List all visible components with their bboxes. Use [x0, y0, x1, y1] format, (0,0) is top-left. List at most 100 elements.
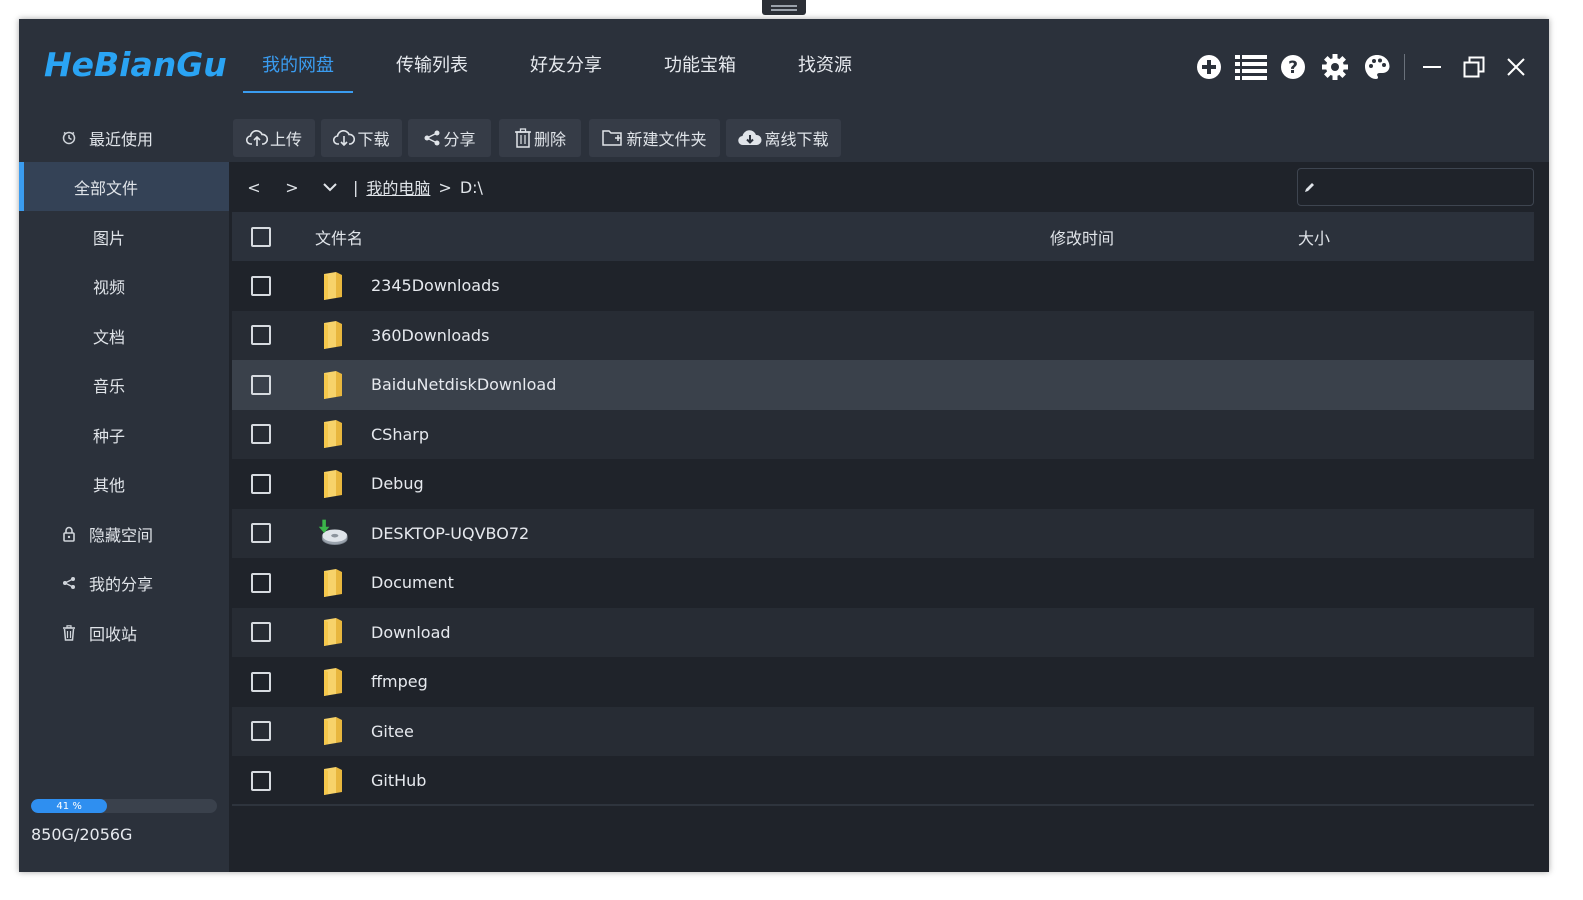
row-checkbox[interactable]: [251, 523, 271, 544]
row-checkbox[interactable]: [251, 374, 271, 395]
app-window: HeBianGu 我的网盘 传输列表 好友分享 功能宝箱 找资源 ? 最近使用 …: [19, 19, 1549, 872]
row-checkbox[interactable]: [251, 325, 271, 346]
file-name[interactable]: Debug: [371, 474, 424, 493]
share-button[interactable]: 分享: [408, 119, 491, 157]
svg-text:?: ?: [1288, 58, 1298, 78]
row-checkbox[interactable]: [251, 275, 271, 296]
add-icon[interactable]: [1188, 50, 1230, 84]
file-name[interactable]: DESKTOP-UQVBO72: [371, 524, 529, 543]
table-row[interactable]: ffmpeg: [232, 657, 1534, 707]
upload-icon: [245, 130, 268, 146]
tab-find-resources[interactable]: 找资源: [779, 19, 871, 113]
path-search-input[interactable]: [1322, 179, 1533, 195]
offline-download-button[interactable]: 离线下载: [726, 119, 841, 157]
lock-icon: [61, 526, 77, 542]
column-header-name[interactable]: 文件名: [315, 225, 363, 249]
select-all-checkbox[interactable]: [251, 226, 271, 247]
file-name[interactable]: 360Downloads: [371, 326, 489, 345]
file-name[interactable]: 2345Downloads: [371, 276, 500, 295]
sidebar-item-images[interactable]: 图片: [19, 212, 229, 261]
sidebar-item-my-shares[interactable]: 我的分享: [19, 558, 229, 607]
title-tools: ?: [1188, 50, 1537, 84]
tab-toolbox[interactable]: 功能宝箱: [645, 19, 755, 113]
restore-icon[interactable]: [1453, 50, 1495, 84]
help-icon[interactable]: ?: [1272, 50, 1314, 84]
forward-button[interactable]: >: [273, 172, 311, 202]
breadcrumb-divider: |: [353, 177, 359, 197]
tab-transfer-list[interactable]: 传输列表: [377, 19, 487, 113]
file-name[interactable]: Gitee: [371, 722, 414, 741]
main-panel: 上传 下载 分享 删除 新建文件夹 离线下载 < > | 我的电脑 > D:\ …: [229, 113, 1549, 872]
folder-icon: [317, 616, 349, 648]
new-folder-button[interactable]: 新建文件夹: [589, 119, 720, 157]
back-button[interactable]: <: [235, 172, 273, 202]
row-checkbox[interactable]: [251, 671, 271, 692]
sidebar-item-label: 我的分享: [89, 574, 154, 594]
sidebar-item-label: 图片: [93, 228, 126, 248]
folder-icon: [317, 567, 349, 599]
row-checkbox[interactable]: [251, 473, 271, 494]
clock-icon: [61, 130, 77, 146]
delete-button[interactable]: 删除: [499, 119, 581, 157]
sidebar-item-videos[interactable]: 视频: [19, 261, 229, 310]
share-icon: [61, 575, 77, 591]
delete-label: 删除: [533, 130, 566, 149]
file-name[interactable]: Document: [371, 573, 454, 592]
table-row[interactable]: 360Downloads: [232, 310, 1534, 360]
folder-icon: [317, 765, 349, 797]
sidebar-item-music[interactable]: 音乐: [19, 360, 229, 409]
sidebar-item-label: 视频: [93, 277, 126, 297]
file-name[interactable]: CSharp: [371, 425, 429, 444]
table-row[interactable]: Download: [232, 607, 1534, 657]
table-row[interactable]: DESKTOP-UQVBO72: [232, 508, 1534, 558]
table-row[interactable]: BaiduNetdiskDownload: [232, 360, 1534, 410]
app-logo: HeBianGu: [44, 45, 227, 84]
folder-icon: [317, 369, 349, 401]
sidebar-item-recycle-bin[interactable]: 回收站: [19, 608, 229, 657]
table-row[interactable]: CSharp: [232, 409, 1534, 459]
settings-icon[interactable]: [1314, 50, 1356, 84]
row-checkbox[interactable]: [251, 622, 271, 643]
tab-my-disk[interactable]: 我的网盘: [243, 19, 353, 113]
path-search-box[interactable]: [1297, 168, 1534, 206]
trash-icon: [61, 624, 77, 641]
table-row[interactable]: GitHub: [232, 756, 1534, 806]
list-icon[interactable]: [1230, 50, 1272, 84]
sidebar-item-other[interactable]: 其他: [19, 459, 229, 508]
sidebar-item-label: 其他: [93, 475, 126, 495]
table-header: 文件名 修改时间 大小: [232, 212, 1534, 261]
upload-button[interactable]: 上传: [233, 119, 315, 157]
sidebar-item-torrents[interactable]: 种子: [19, 410, 229, 459]
row-checkbox[interactable]: [251, 721, 271, 742]
table-row[interactable]: Debug: [232, 459, 1534, 509]
file-name[interactable]: BaiduNetdiskDownload: [371, 375, 556, 394]
file-name[interactable]: GitHub: [371, 771, 426, 790]
row-checkbox[interactable]: [251, 770, 271, 791]
sidebar-item-hidden-space[interactable]: 隐藏空间: [19, 509, 229, 558]
column-header-mtime[interactable]: 修改时间: [1050, 225, 1114, 249]
download-button[interactable]: 下载: [321, 119, 402, 157]
table-row[interactable]: 2345Downloads: [232, 261, 1534, 311]
minimize-icon[interactable]: [1411, 50, 1453, 84]
window-drag-handle[interactable]: [762, 0, 806, 15]
sidebar-item-label: 种子: [93, 426, 126, 446]
file-name[interactable]: ffmpeg: [371, 672, 428, 691]
row-checkbox[interactable]: [251, 572, 271, 593]
sidebar-item-label: 最近使用: [89, 129, 154, 149]
delete-icon: [514, 128, 531, 148]
column-header-size[interactable]: 大小: [1298, 225, 1330, 249]
sidebar-item-all-files[interactable]: 全部文件: [19, 162, 229, 211]
tab-friend-share[interactable]: 好友分享: [511, 19, 621, 113]
close-icon[interactable]: [1495, 50, 1537, 84]
breadcrumb-root[interactable]: 我的电脑: [366, 175, 430, 199]
palette-icon[interactable]: [1356, 50, 1398, 84]
sidebar-item-recent[interactable]: 最近使用: [19, 113, 229, 162]
row-checkbox[interactable]: [251, 424, 271, 445]
sidebar-item-documents[interactable]: 文档: [19, 311, 229, 360]
pencil-icon: [1305, 183, 1314, 192]
file-name[interactable]: Download: [371, 623, 451, 642]
table-row[interactable]: Gitee: [232, 706, 1534, 756]
history-dropdown-button[interactable]: [311, 172, 349, 202]
table-row[interactable]: Document: [232, 558, 1534, 608]
sidebar: 最近使用 全部文件 图片 视频 文档 音乐 种子 其他 隐藏空间 我的分享 回收…: [19, 113, 229, 872]
